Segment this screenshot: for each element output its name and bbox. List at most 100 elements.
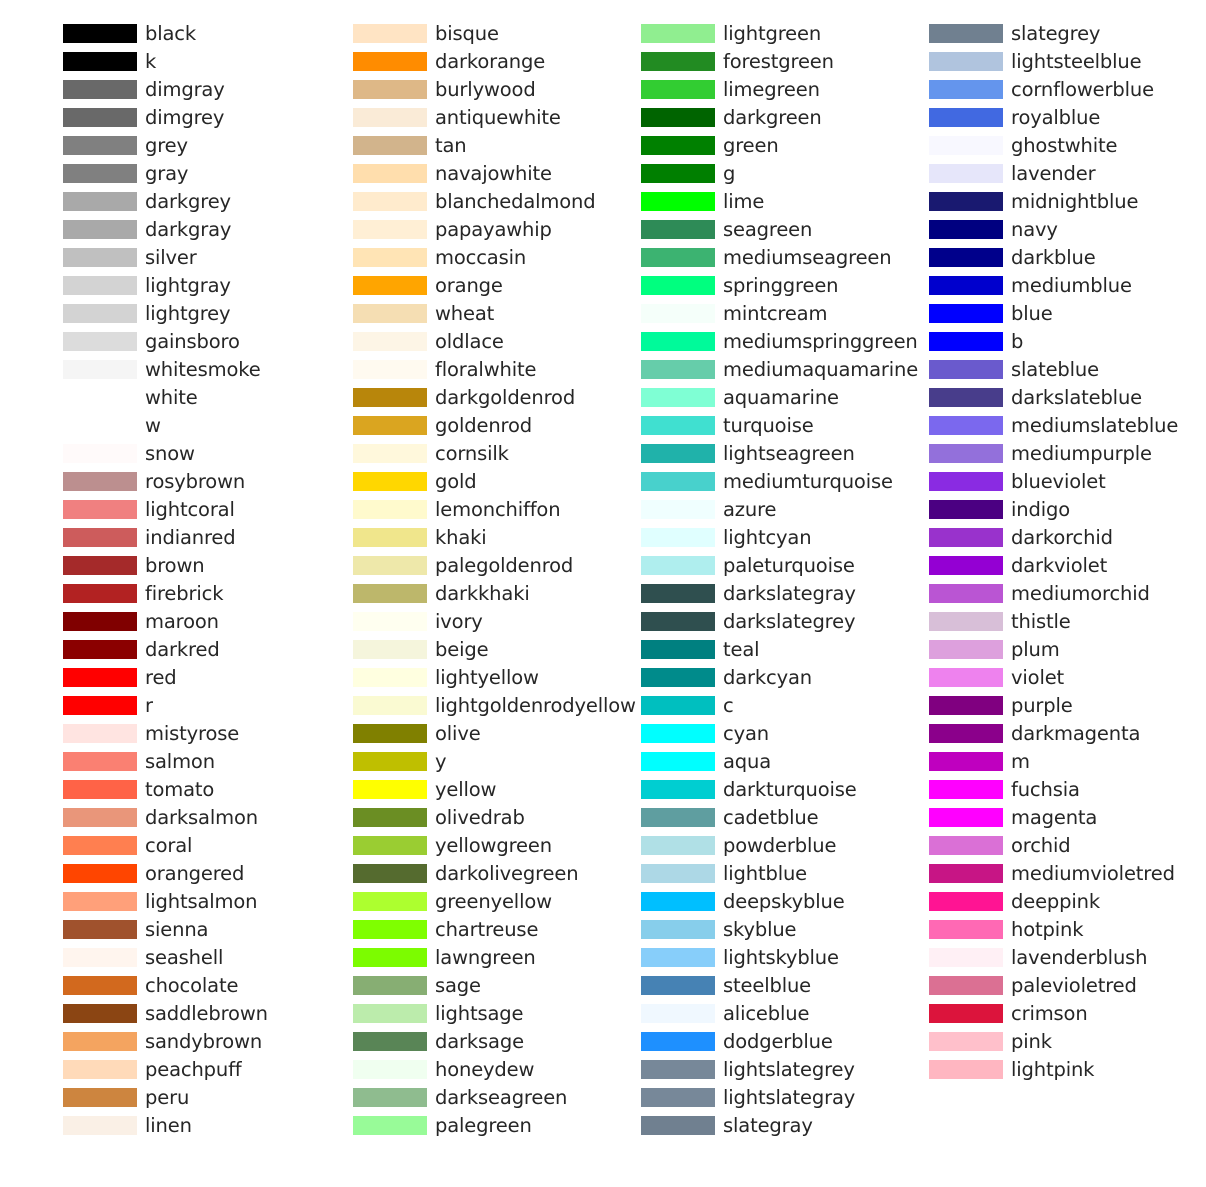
color-name-label: hotpink: [1011, 918, 1084, 941]
color-swatch: [929, 892, 1003, 911]
color-name-label: m: [1011, 750, 1030, 773]
color-entry: lightpink: [929, 1057, 1206, 1085]
color-entry: peru: [63, 1085, 353, 1113]
color-entry: darkturquoise: [641, 777, 931, 805]
color-swatch: [929, 1032, 1003, 1051]
color-name-label: mediumseagreen: [723, 246, 892, 269]
color-entry: aqua: [641, 749, 931, 777]
color-entry: ghostwhite: [929, 133, 1206, 161]
color-name-label: darkseagreen: [435, 1086, 568, 1109]
color-entry: peachpuff: [63, 1057, 353, 1085]
color-swatch: [641, 136, 715, 155]
color-swatch: [353, 976, 427, 995]
color-name-label: snow: [145, 442, 195, 465]
color-name-label: lightsage: [435, 1002, 524, 1025]
color-entry: darkslategray: [641, 581, 931, 609]
color-swatch: [63, 836, 137, 855]
color-swatch: [929, 388, 1003, 407]
color-swatch: [63, 668, 137, 687]
color-name-label: goldenrod: [435, 414, 533, 437]
color-entry: seashell: [63, 945, 353, 973]
color-name-label: steelblue: [723, 974, 812, 997]
color-name-label: turquoise: [723, 414, 814, 437]
color-name-label: c: [723, 694, 734, 717]
color-swatch: [641, 948, 715, 967]
color-name-label: aqua: [723, 750, 772, 773]
color-swatch: [353, 388, 427, 407]
color-entry: red: [63, 665, 353, 693]
color-entry: saddlebrown: [63, 1001, 353, 1029]
color-entry: darkgray: [63, 217, 353, 245]
color-name-label: bisque: [435, 22, 499, 45]
color-entry: mediumvioletred: [929, 861, 1206, 889]
color-swatch: [63, 920, 137, 939]
color-entry: slategrey: [929, 21, 1206, 49]
color-name-label: palevioletred: [1011, 974, 1137, 997]
color-name-label: yellow: [435, 778, 497, 801]
color-entry: mintcream: [641, 301, 931, 329]
color-swatch: [929, 164, 1003, 183]
color-name-label: red: [145, 666, 177, 689]
color-name-label: b: [1011, 330, 1024, 353]
color-name-label: k: [145, 50, 157, 73]
color-swatch: [353, 1004, 427, 1023]
color-name-label: magenta: [1011, 806, 1098, 829]
color-swatch: [929, 752, 1003, 771]
color-entry: aliceblue: [641, 1001, 931, 1029]
color-swatch: [63, 780, 137, 799]
color-entry: blueviolet: [929, 469, 1206, 497]
color-entry: deeppink: [929, 889, 1206, 917]
color-name-label: gainsboro: [145, 330, 240, 353]
color-swatch: [641, 108, 715, 127]
color-swatch: [641, 640, 715, 659]
color-name-label: ivory: [435, 610, 483, 633]
color-entry: steelblue: [641, 973, 931, 1001]
color-name-label: olive: [435, 722, 481, 745]
color-swatch: [63, 724, 137, 743]
color-name-label: lightslategrey: [723, 1058, 855, 1081]
color-entry: whitesmoke: [63, 357, 353, 385]
color-swatch: [63, 612, 137, 631]
color-name-label: royalblue: [1011, 106, 1101, 129]
color-swatch: [63, 528, 137, 547]
color-entry: r: [63, 693, 353, 721]
color-name-label: g: [723, 162, 736, 185]
color-entry: chocolate: [63, 973, 353, 1001]
color-name-label: lightyellow: [435, 666, 539, 689]
color-name-label: salmon: [145, 750, 215, 773]
color-swatch: [63, 52, 137, 71]
color-name-label: lightsteelblue: [1011, 50, 1142, 73]
color-entry: coral: [63, 833, 353, 861]
color-swatch: [353, 472, 427, 491]
color-entry: dimgray: [63, 77, 353, 105]
color-swatch: [63, 1032, 137, 1051]
color-name-label: indigo: [1011, 498, 1070, 521]
color-swatch: [929, 192, 1003, 211]
color-entry: midnightblue: [929, 189, 1206, 217]
color-entry: darkorange: [353, 49, 643, 77]
color-name-label: teal: [723, 638, 760, 661]
color-swatch: [929, 136, 1003, 155]
color-entry: gold: [353, 469, 643, 497]
color-name-label: deepskyblue: [723, 890, 845, 913]
color-swatch: [641, 752, 715, 771]
color-swatch: [353, 864, 427, 883]
color-entry: indianred: [63, 525, 353, 553]
color-swatch: [929, 668, 1003, 687]
color-entry: tomato: [63, 777, 353, 805]
color-entry: c: [641, 693, 931, 721]
color-swatch: [63, 136, 137, 155]
color-swatch: [353, 1116, 427, 1135]
color-name-label: plum: [1011, 638, 1060, 661]
color-entry: mediumspringgreen: [641, 329, 931, 357]
color-swatch: [63, 24, 137, 43]
color-name-label: dodgerblue: [723, 1030, 833, 1053]
color-entry: lightsteelblue: [929, 49, 1206, 77]
color-name-label: seashell: [145, 946, 224, 969]
color-swatch: [641, 1060, 715, 1079]
color-entry: gainsboro: [63, 329, 353, 357]
color-swatch: [929, 472, 1003, 491]
color-entry: goldenrod: [353, 413, 643, 441]
color-swatch: [641, 1004, 715, 1023]
color-name-label: purple: [1011, 694, 1073, 717]
